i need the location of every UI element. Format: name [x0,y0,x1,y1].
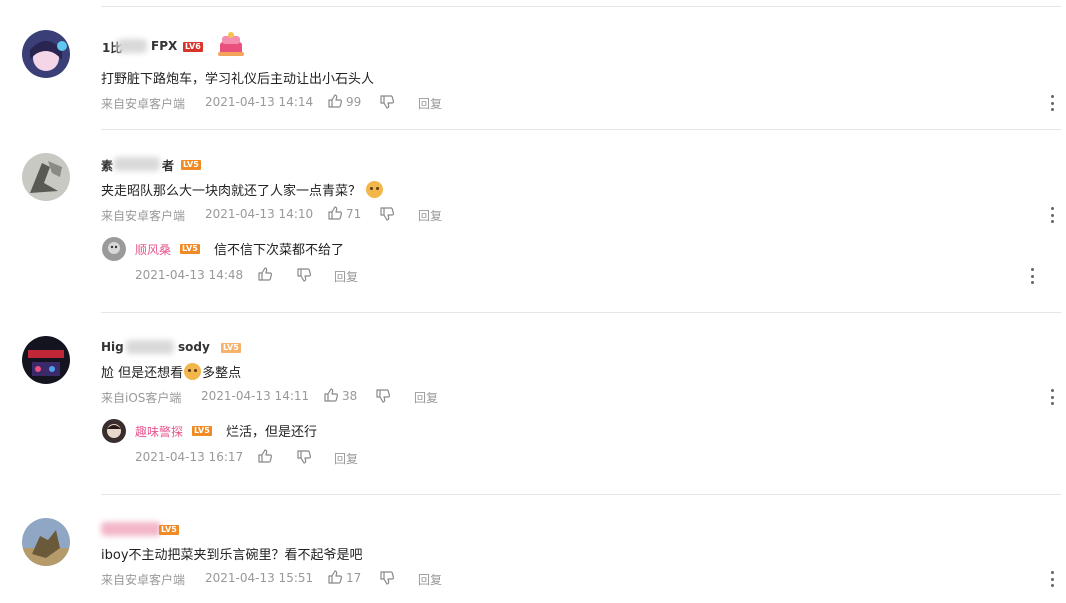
level-badge: LV5 [192,426,212,436]
more-options-icon[interactable] [1049,389,1055,405]
level-badge: LV5 [180,244,200,254]
comment-text: 尬 但是还想看 多整点 [101,362,241,381]
user-avatar[interactable] [22,336,70,384]
masked-username [114,157,160,171]
comment-time: 2021-04-13 15:51 [205,571,314,585]
thumbs-down-icon[interactable] [296,267,312,283]
reply-username[interactable]: 顺风桑 [135,241,171,258]
username-tail[interactable]: 者 [162,157,174,174]
reply-button[interactable]: 回复 [334,268,358,285]
masked-username [101,522,161,536]
username-tail[interactable]: sody [178,340,210,354]
thumbs-down-icon[interactable] [379,94,395,110]
thumbs-down-icon[interactable] [296,449,312,465]
reply-avatar[interactable] [102,237,126,261]
reply-time: 2021-04-13 16:17 [135,450,244,464]
thumbs-up-icon[interactable] [327,569,343,585]
like-count: 71 [346,207,362,221]
doge-emoji-icon [366,181,384,198]
more-options-icon[interactable] [1029,268,1035,284]
comment-text-body: 夹走昭队那么大一块肉就还了人家一点青菜？ [101,184,362,199]
username[interactable]: 素 [101,157,113,174]
more-options-icon[interactable] [1049,207,1055,223]
reply-button[interactable]: 回复 [414,389,438,406]
reply-username[interactable]: 趣味警探 [135,423,183,440]
level-badge: LV5 [159,525,179,535]
more-options-icon[interactable] [1049,571,1055,587]
comment-text: 夹走昭队那么大一块肉就还了人家一点青菜？ [101,180,384,199]
comment-source: 来自iOS客户端 [101,391,182,405]
thumbs-up-icon[interactable] [257,266,273,282]
reply-button[interactable]: 回复 [334,450,358,467]
thumbs-up-icon[interactable] [323,387,339,403]
reply-button[interactable]: 回复 [418,571,442,588]
reply-text: 信不信下次菜都不给了 [214,243,345,258]
user-avatar[interactable] [22,153,70,201]
comment-source: 来自安卓客户端 [101,209,186,223]
thumbs-up-icon[interactable] [327,93,343,109]
comment-text: 打野脏下路炮车，学习礼仪后主动让出小石头人 [101,72,375,87]
username-tail[interactable]: FPX [151,39,177,53]
reply-button[interactable]: 回复 [418,207,442,224]
divider [101,312,1061,313]
like-count: 17 [346,571,362,585]
divider [101,129,1061,130]
comment-text-before: 尬 但是还想看 [101,366,184,381]
pendant-icon [216,30,246,62]
reply-avatar[interactable] [102,419,126,443]
level-badge: LV5 [221,343,241,353]
more-options-icon[interactable] [1049,95,1055,111]
comment-time: 2021-04-13 14:11 [201,389,310,403]
like-count: 38 [342,389,358,403]
reply-time: 2021-04-13 14:48 [135,268,244,282]
username[interactable]: Hig [101,340,124,354]
masked-username [117,39,147,53]
divider [101,494,1061,495]
divider [101,6,1061,7]
masked-username [126,340,174,354]
comment-source: 来自安卓客户端 [101,573,186,587]
comment-time: 2021-04-13 14:14 [205,95,314,109]
comment-time: 2021-04-13 14:10 [205,207,314,221]
comment-source: 来自安卓客户端 [101,97,186,111]
user-avatar[interactable] [22,30,70,78]
thumbs-down-icon[interactable] [379,570,395,586]
reply-button[interactable]: 回复 [418,95,442,112]
level-badge: LV6 [183,42,203,52]
thumbs-up-icon[interactable] [257,448,273,464]
thumbs-up-icon[interactable] [327,205,343,221]
comment-text-after: 多整点 [202,366,242,381]
level-badge: LV5 [181,160,201,170]
like-count: 99 [346,95,362,109]
doge-emoji-icon [184,363,202,380]
thumbs-down-icon[interactable] [379,206,395,222]
comment-text: iboy不主动把菜夹到乐言碗里？看不起爷是吧 [101,548,363,563]
reply-text: 烂活，但是还行 [226,425,318,440]
thumbs-down-icon[interactable] [375,388,391,404]
user-avatar[interactable] [22,518,70,566]
